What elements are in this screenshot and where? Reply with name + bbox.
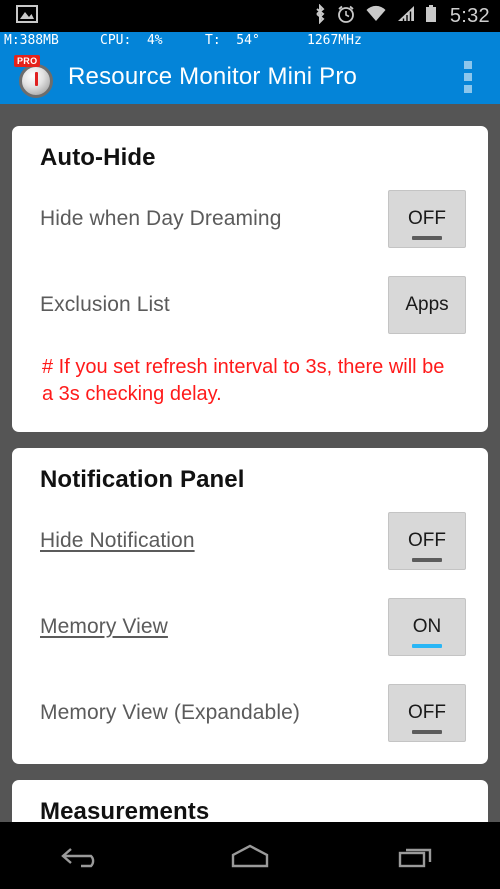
- toggle-memory-view-expandable[interactable]: OFF: [388, 684, 466, 742]
- overflow-menu-icon[interactable]: [458, 55, 478, 99]
- alarm-clock-icon: [336, 4, 356, 29]
- wifi-icon: [365, 5, 387, 28]
- row-memory-view-expandable[interactable]: Memory View (Expandable) OFF: [12, 670, 488, 756]
- recents-icon[interactable]: [372, 831, 462, 881]
- monitor-frequency: 1267MHz: [307, 33, 362, 48]
- overflow-dot: [464, 61, 472, 69]
- battery-icon: [425, 4, 437, 29]
- status-bar-notifications: [0, 4, 313, 29]
- signal-icon: [396, 5, 416, 28]
- bluetooth-icon: [313, 3, 327, 29]
- toggle-state-label: OFF: [408, 702, 446, 723]
- back-icon[interactable]: [38, 831, 128, 881]
- row-label: Exclusion List: [40, 293, 170, 316]
- status-bar-clock: 5:32: [449, 4, 490, 27]
- row-label[interactable]: Memory View: [40, 615, 168, 639]
- android-screen: 5:32 M:388MB CPU: 4% T: 54° 1267MHz PRO …: [0, 0, 500, 889]
- gauge-icon: [19, 64, 53, 98]
- row-label[interactable]: Hide Notification: [40, 529, 195, 553]
- app-icon: PRO: [14, 55, 60, 99]
- row-label: Hide when Day Dreaming: [40, 207, 282, 230]
- row-exclusion-list[interactable]: Exclusion List Apps: [12, 262, 488, 348]
- toggle-indicator: [412, 644, 442, 648]
- toggle-state-label: OFF: [408, 530, 446, 551]
- home-icon[interactable]: [205, 831, 295, 881]
- toggle-state-label: OFF: [408, 208, 446, 229]
- card-measurements: Measurements: [12, 780, 488, 822]
- apps-button-label: Apps: [405, 294, 449, 315]
- resource-monitor-bar[interactable]: M:388MB CPU: 4% T: 54° 1267MHz: [0, 32, 500, 50]
- card-title: Measurements: [40, 798, 210, 822]
- navigation-bar: [0, 822, 500, 889]
- overflow-dot: [464, 85, 472, 93]
- status-bar: 5:32: [0, 0, 500, 32]
- app-bar: PRO Resource Monitor Mini Pro: [0, 50, 500, 104]
- image-icon: [16, 4, 38, 29]
- monitor-temperature: T: 54°: [205, 33, 260, 48]
- toggle-memory-view[interactable]: ON: [388, 598, 466, 656]
- monitor-cpu: CPU: 4%: [100, 33, 163, 48]
- auto-hide-note: # If you set refresh interval to 3s, the…: [42, 356, 445, 405]
- card-title: Auto-Hide: [40, 144, 156, 171]
- row-hide-notification[interactable]: Hide Notification OFF: [12, 498, 488, 584]
- toggle-indicator: [412, 236, 442, 240]
- overflow-dot: [464, 73, 472, 81]
- row-memory-view[interactable]: Memory View ON: [12, 584, 488, 670]
- card-title: Notification Panel: [40, 466, 245, 493]
- toggle-indicator: [412, 558, 442, 562]
- apps-button[interactable]: Apps: [388, 276, 466, 334]
- settings-scroll-area[interactable]: Auto-Hide Hide when Day Dreaming OFF Exc…: [0, 104, 500, 822]
- card-notification-panel: Notification Panel Hide Notification OFF…: [12, 448, 488, 764]
- card-auto-hide: Auto-Hide Hide when Day Dreaming OFF Exc…: [12, 126, 488, 432]
- toggle-hide-when-day-dreaming[interactable]: OFF: [388, 190, 466, 248]
- monitor-memory: M:388MB: [4, 33, 59, 48]
- row-hide-when-day-dreaming[interactable]: Hide when Day Dreaming OFF: [12, 176, 488, 262]
- pro-badge: PRO: [14, 55, 41, 67]
- toggle-state-label: ON: [412, 616, 442, 637]
- page-title: Resource Monitor Mini Pro: [68, 63, 358, 90]
- toggle-hide-notification[interactable]: OFF: [388, 512, 466, 570]
- status-bar-system-icons: 5:32: [313, 3, 500, 29]
- toggle-indicator: [412, 730, 442, 734]
- row-label: Memory View (Expandable): [40, 701, 300, 724]
